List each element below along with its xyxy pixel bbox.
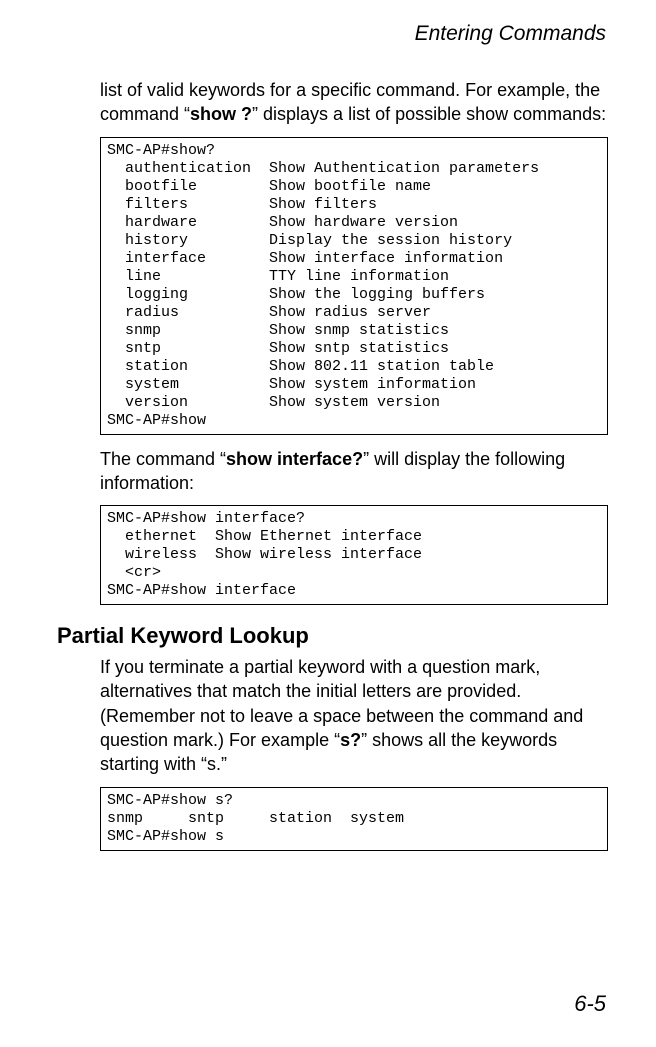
section-heading-partial-keyword-lookup: Partial Keyword Lookup	[52, 623, 608, 649]
paragraph-1: list of valid keywords for a specific co…	[52, 78, 608, 127]
page-number: 6-5	[574, 991, 606, 1017]
paragraph-1-bold: show ?	[190, 104, 252, 124]
paragraph-1-post: ” displays a list of possible show comma…	[252, 104, 606, 124]
paragraph-2-bold: show interface?	[226, 449, 363, 469]
paragraph-3: If you terminate a partial keyword with …	[52, 655, 608, 776]
code-block-show: SMC-AP#show? authentication Show Authent…	[100, 137, 608, 435]
code-block-show-interface: SMC-AP#show interface? ethernet Show Eth…	[100, 505, 608, 605]
paragraph-2: The command “show interface?” will displ…	[52, 447, 608, 496]
paragraph-2-pre: The command “	[100, 449, 226, 469]
paragraph-3-bold: s?	[340, 730, 361, 750]
page-header: Entering Commands	[52, 22, 608, 46]
code-block-show-s: SMC-AP#show s? snmp sntp station system …	[100, 787, 608, 851]
